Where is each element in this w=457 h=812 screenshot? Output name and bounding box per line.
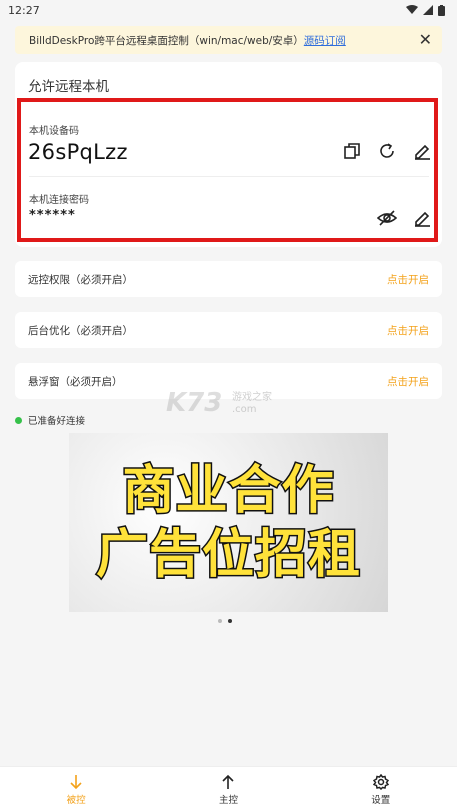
nav-label: 被控: [66, 794, 86, 806]
enable-remote-permission-button[interactable]: 点击开启: [387, 272, 429, 287]
edit-password-icon[interactable]: [411, 207, 433, 229]
enable-floating-window-button[interactable]: 点击开启: [387, 374, 429, 389]
row-label: 后台优化（必须开启）: [28, 324, 133, 337]
nav-label: 设置: [371, 794, 391, 806]
eye-off-icon[interactable]: [376, 207, 398, 229]
refresh-icon[interactable]: [376, 140, 398, 162]
pager-dot[interactable]: [218, 619, 222, 623]
edit-device-code-icon[interactable]: [411, 140, 433, 162]
status-time: 12:27: [8, 3, 40, 17]
carousel-pager: [218, 619, 232, 623]
password-value: ******: [29, 208, 76, 223]
wifi-icon: [406, 5, 418, 14]
status-dot-icon: [15, 416, 22, 424]
signal-icon: [423, 5, 433, 15]
watermark-sub: 游戏之家 .com: [232, 392, 272, 416]
background-optimization-row[interactable]: 后台优化（必须开启） 点击开启: [15, 312, 442, 348]
connection-status-text: 已准备好连接: [28, 416, 86, 427]
password-label: 本机连接密码: [29, 195, 89, 206]
allow-remote-card: 允许远程本机 本机设备码 26sPqLzz 本机连接密码 ******: [15, 62, 442, 247]
credentials-highlight-box: 本机设备码 26sPqLzz 本机连接密码 ******: [17, 98, 438, 242]
device-code: 26sPqLzz: [28, 140, 128, 164]
floating-window-row[interactable]: 悬浮窗（必须开启） 点击开启: [15, 363, 442, 399]
status-bar: 12:27: [0, 0, 457, 20]
nav-controller[interactable]: 主控: [188, 774, 268, 806]
close-icon[interactable]: ✕: [419, 32, 432, 48]
device-code-label: 本机设备码: [29, 126, 79, 137]
arrow-down-icon: [70, 774, 82, 789]
bottom-nav: 被控 主控 设置: [0, 766, 457, 812]
nav-settings[interactable]: 设置: [341, 773, 421, 806]
row-label: 远控权限（必须开启）: [28, 273, 133, 286]
enable-background-button[interactable]: 点击开启: [387, 323, 429, 338]
banner-link[interactable]: 源码订阅: [304, 33, 346, 48]
pager-dot-active[interactable]: [228, 619, 232, 623]
row-label: 悬浮窗（必须开启）: [28, 375, 123, 388]
nav-controlled[interactable]: 被控: [36, 774, 116, 806]
connection-status: 已准备好连接: [15, 413, 85, 427]
watermark-sub-line: 游戏之家: [232, 392, 272, 403]
ad-line-1: 商业合作: [121, 459, 335, 522]
battery-icon: [438, 4, 445, 16]
gear-icon: [372, 773, 389, 790]
banner-text: BilldDeskPro跨平台远程桌面控制（win/mac/web/安卓）: [29, 34, 304, 47]
divider: [29, 176, 429, 177]
promo-banner: BilldDeskPro跨平台远程桌面控制（win/mac/web/安卓） 源码…: [15, 26, 442, 54]
card-title: 允许远程本机: [28, 79, 109, 95]
watermark-logo: K73: [166, 388, 223, 418]
ad-line-2: 广告位招租: [94, 523, 361, 586]
nav-label: 主控: [218, 794, 238, 806]
watermark-sub-line: .com: [232, 404, 257, 415]
arrow-up-icon: [222, 774, 235, 789]
remote-permission-row[interactable]: 远控权限（必须开启） 点击开启: [15, 261, 442, 297]
status-icons: [406, 4, 445, 16]
copy-icon[interactable]: [341, 140, 363, 162]
ad-banner[interactable]: 商业合作 广告位招租: [69, 433, 388, 612]
